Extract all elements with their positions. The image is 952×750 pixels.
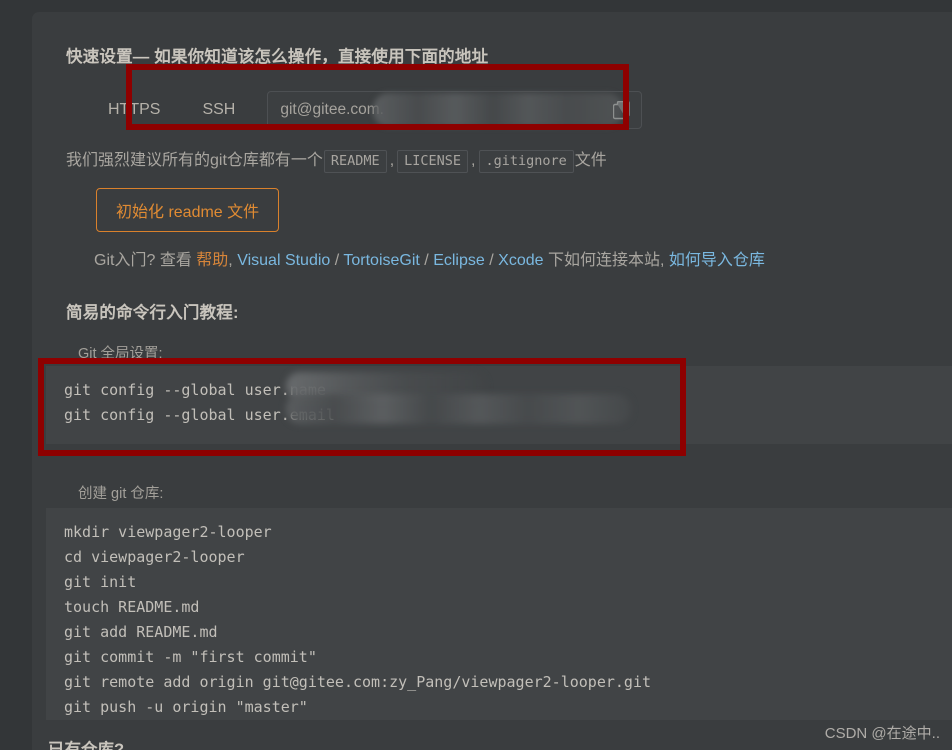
clone-url-text: git@gitee.com. <box>280 101 384 118</box>
file-tag-gitignore: .gitignore <box>478 150 574 174</box>
global-config-label: Git 全局设置: <box>78 346 163 362</box>
link-import-repo[interactable]: 如何导入仓库 <box>669 252 765 269</box>
create-repo-code[interactable]: mkdir viewpager2-looper cd viewpager2-lo… <box>46 508 952 720</box>
help-tail: 下如何连接本站, <box>547 252 665 269</box>
page-root: 快速设置— 如果你知道该怎么操作，直接使用下面的地址 HTTPS SSH git… <box>0 0 952 750</box>
ide-sep-1: / <box>334 252 340 269</box>
csdn-watermark: CSDN @在途中.. <box>824 725 940 742</box>
tag-separator-2: , <box>471 152 476 169</box>
create-repo-label: 创建 git 仓库: <box>78 486 164 502</box>
clone-url-row: HTTPS SSH git@gitee.com. <box>48 88 643 132</box>
recommend-suffix: 文件 <box>574 152 607 169</box>
help-comma: , <box>228 252 233 269</box>
link-tortoisegit[interactable]: TortoiseGit <box>343 252 419 269</box>
ide-sep-2: / <box>424 252 429 269</box>
code-line: git remote add origin git@gitee.com:zy_P… <box>64 673 651 691</box>
help-lead: Git入门? <box>94 252 156 269</box>
git-help-line: Git入门? 查看 帮助, Visual Studio / TortoiseGi… <box>94 246 765 270</box>
existing-repo-heading: 已有仓库? <box>48 741 125 750</box>
code-line: git commit -m "first commit" <box>64 648 317 666</box>
redaction-mask-url <box>373 93 624 127</box>
git-global-config-code[interactable]: git config --global user.name git config… <box>46 366 952 444</box>
cli-tutorial-title: 简易的命令行入门教程: <box>66 304 239 322</box>
link-xcode[interactable]: Xcode <box>498 252 543 269</box>
redaction-mask-email <box>286 394 631 424</box>
ide-sep-3: / <box>489 252 494 269</box>
code-line: touch README.md <box>64 598 200 616</box>
clone-url-field[interactable]: git@gitee.com. <box>267 91 643 129</box>
link-visual-studio[interactable]: Visual Studio <box>237 252 330 269</box>
tag-separator-1: , <box>389 152 395 169</box>
init-readme-button[interactable]: 初始化 readme 文件 <box>96 188 280 232</box>
code-line: git init <box>64 573 137 591</box>
protocol-tab-https[interactable]: HTTPS <box>98 90 170 130</box>
code-line: mkdir viewpager2-looper <box>64 523 272 541</box>
file-tag-readme: README <box>323 150 387 174</box>
help-view: 查看 <box>159 252 192 269</box>
quick-setup-title: 快速设置— 如果你知道该怎么操作，直接使用下面的地址 <box>66 48 489 66</box>
file-tag-license: LICENSE <box>397 150 469 174</box>
recommend-files-line: 我们强烈建议所有的git仓库都有一个 README , LICENSE , .g… <box>66 146 607 174</box>
code-line: cd viewpager2-looper <box>64 548 245 566</box>
code-line: git push -u origin "master" <box>64 698 308 716</box>
recommend-prefix: 我们强烈建议所有的git仓库都有一个 <box>66 152 323 169</box>
code-line: git add README.md <box>64 623 218 641</box>
copy-icon[interactable] <box>613 100 631 121</box>
protocol-tab-ssh[interactable]: SSH <box>192 90 245 130</box>
link-help[interactable]: 帮助 <box>196 252 228 269</box>
link-eclipse[interactable]: Eclipse <box>433 252 485 269</box>
